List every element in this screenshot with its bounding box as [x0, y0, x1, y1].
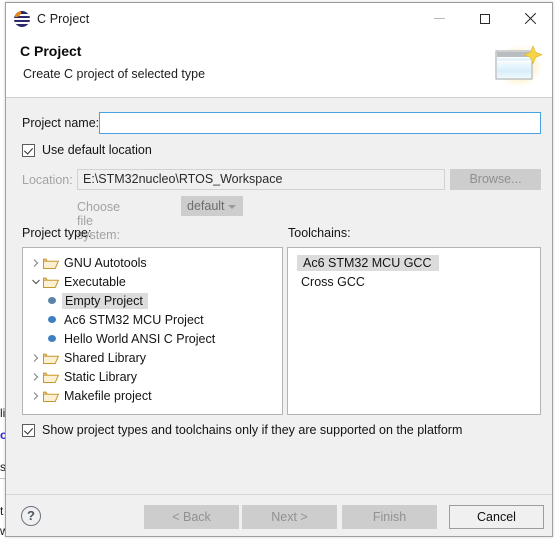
tree-item[interactable]: Makefile project [23, 386, 282, 405]
show-supported-only-checkbox[interactable]: Show project types and toolchains only i… [22, 423, 462, 437]
wizard-header: C Project Create C project of selected t… [6, 35, 552, 98]
project-type-label: Project type: [22, 226, 92, 240]
tree-item[interactable]: Hello World ANSI C Project [23, 329, 282, 348]
checkmark-icon [22, 423, 35, 437]
chevron-right-icon[interactable] [29, 391, 43, 400]
project-template-icon [47, 295, 58, 306]
tree-item[interactable]: Ac6 STM32 MCU Project [23, 310, 282, 329]
location-label: Location: [22, 173, 73, 187]
button-bar: ? < Back Next > Finish Cancel [6, 494, 552, 536]
tree-item[interactable]: Static Library [23, 367, 282, 386]
use-default-location-checkbox[interactable]: Use default location [22, 143, 152, 157]
tree-item[interactable]: Empty Project [23, 291, 282, 310]
file-system-select: default [181, 196, 243, 216]
folder-icon [43, 275, 60, 289]
title-bar[interactable]: C Project [6, 3, 552, 35]
tree-item-label: Shared Library [64, 350, 146, 365]
folder-icon [43, 389, 60, 403]
project-template-icon [47, 333, 58, 344]
wizard-window-sparkle-icon [488, 40, 544, 92]
page-description: Create C project of selected type [23, 67, 206, 81]
tree-item-label: Ac6 STM32 MCU Project [64, 312, 204, 327]
tree-item[interactable]: GNU Autotools [23, 253, 282, 272]
finish-button: Finish [342, 505, 437, 529]
tree-item-label: Makefile project [64, 388, 152, 403]
folder-icon [43, 351, 60, 365]
c-project-dialog: C Project C Project Create C project of … [5, 2, 553, 537]
browse-button: Browse... [450, 169, 541, 190]
folder-icon [43, 370, 60, 384]
toolchain-item-label: Ac6 STM32 MCU GCC [297, 254, 439, 271]
cancel-button[interactable]: Cancel [449, 505, 544, 529]
tree-item-label: Empty Project [62, 292, 148, 309]
tree-item-label: Executable [64, 274, 126, 289]
toolchain-item[interactable]: Cross GCC [288, 272, 540, 291]
folder-icon [43, 256, 60, 270]
tree-item[interactable]: Executable [23, 272, 282, 291]
chevron-right-icon[interactable] [29, 353, 43, 362]
page-title: C Project [20, 43, 82, 59]
maximize-icon[interactable] [462, 3, 507, 34]
chevron-down-icon [228, 205, 236, 209]
tree-item-label: Hello World ANSI C Project [64, 331, 216, 346]
location-row: Location: E:\STM32nucleo\RTOS_Workspace … [6, 169, 552, 191]
show-supported-only-label: Show project types and toolchains only i… [42, 423, 463, 437]
file-system-selected-value: default [187, 199, 225, 213]
chevron-right-icon[interactable] [29, 258, 43, 267]
next-button: Next > [242, 505, 337, 529]
checkmark-icon [22, 143, 35, 157]
tree-item-label: Static Library [64, 369, 137, 384]
use-default-location-label: Use default location [42, 143, 152, 157]
minimize-icon[interactable] [417, 3, 462, 34]
project-type-tree[interactable]: GNU Autotools Executable Empty Project Ac6 … [22, 247, 283, 415]
location-input: E:\STM32nucleo\RTOS_Workspace [77, 169, 445, 190]
tree-item[interactable]: Shared Library [23, 348, 282, 367]
chevron-down-icon[interactable] [29, 278, 43, 286]
chevron-right-icon[interactable] [29, 372, 43, 381]
toolchain-item-label: Cross GCC [301, 274, 365, 289]
project-name-row: Project name: [6, 112, 552, 136]
toolchains-list[interactable]: Ac6 STM32 MCU GCC Cross GCC [287, 247, 541, 415]
dialog-body: Project name: Use default location Locat… [6, 98, 552, 494]
window-controls [417, 3, 552, 34]
window-title: C Project [37, 11, 90, 26]
back-button: < Back [144, 505, 239, 529]
help-icon[interactable]: ? [21, 506, 41, 526]
project-name-input[interactable] [99, 112, 541, 134]
toolchains-label: Toolchains: [288, 226, 351, 240]
project-name-label: Project name: [22, 116, 100, 130]
toolchain-item[interactable]: Ac6 STM32 MCU GCC [288, 253, 540, 272]
eclipse-icon [14, 10, 30, 27]
project-template-icon [47, 314, 58, 325]
tree-item-label: GNU Autotools [64, 255, 147, 270]
close-icon[interactable] [507, 3, 552, 34]
